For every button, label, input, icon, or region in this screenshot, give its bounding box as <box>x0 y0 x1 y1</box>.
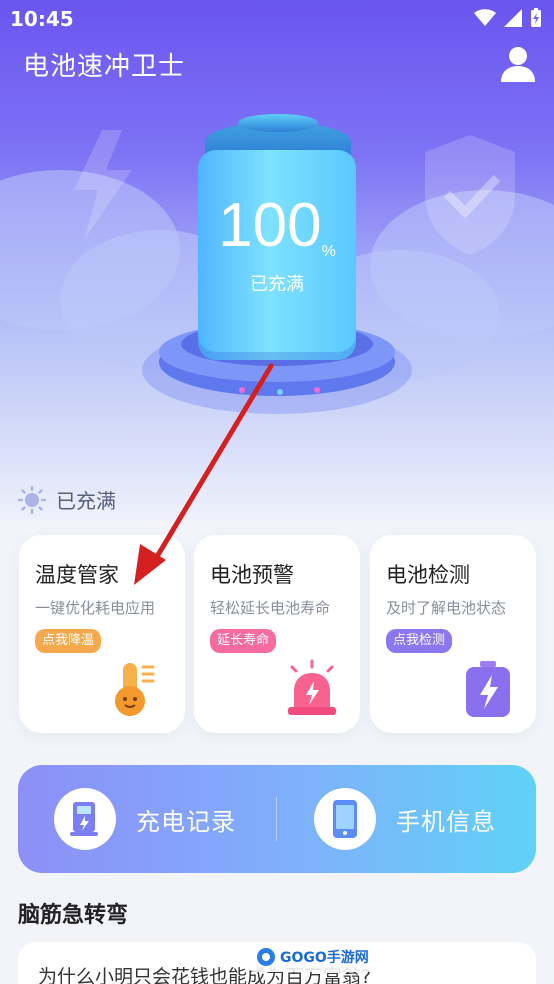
battery-percentage: 100% <box>198 190 356 261</box>
sun-icon <box>18 485 46 514</box>
card-battery-check[interactable]: 电池检测 及时了解电池状态 点我检测 <box>370 535 536 733</box>
wifi-icon <box>474 9 496 26</box>
thermometer-icon <box>115 663 155 716</box>
charge-status-row: 已充满 <box>18 485 116 514</box>
lightning-decoration-icon <box>74 130 132 240</box>
card-description: 及时了解电池状态 <box>386 599 507 617</box>
charging-record-label: 充电记录 <box>136 807 236 836</box>
charging-record-button[interactable]: 充电记录 <box>54 765 236 873</box>
alarm-icon <box>288 659 336 715</box>
user-icon <box>501 47 535 82</box>
riddle-section-title: 脑筋急转弯 <box>18 903 129 928</box>
phone-info-label: 手机信息 <box>396 807 496 836</box>
signal-icon <box>504 9 522 27</box>
phone-info-button[interactable]: 手机信息 <box>314 765 496 873</box>
card-title: 电池预警 <box>210 563 294 587</box>
watermark-logo-icon <box>257 948 275 966</box>
card-title: 电池检测 <box>386 563 470 587</box>
battery-status-icon <box>531 8 541 27</box>
user-profile-button[interactable] <box>498 44 538 84</box>
charge-status-text: 已充满 <box>56 489 116 513</box>
quick-action-bar: 充电记录 手机信息 <box>18 765 536 873</box>
shield-decoration-icon <box>425 135 515 255</box>
action-divider <box>276 797 277 841</box>
card-battery-warning[interactable]: 电池预警 轻松延长电池寿命 延长寿命 <box>194 535 360 733</box>
battery-percent-unit: % <box>321 243 336 260</box>
battery-state-label: 已充满 <box>250 274 304 295</box>
status-bar: 10:45 <box>0 0 554 38</box>
check-battery-button[interactable]: 点我检测 <box>386 629 453 653</box>
watermark-text: GOGO手游网 <box>280 950 369 966</box>
battery-percent-value: 100 <box>218 191 322 260</box>
card-title: 温度管家 <box>35 563 119 587</box>
card-temperature-manager[interactable]: 温度管家 一键优化耗电应用 点我降温 <box>19 535 185 733</box>
card-description: 一键优化耗电应用 <box>35 599 156 617</box>
cool-down-button[interactable]: 点我降温 <box>35 629 102 653</box>
charging-record-icon-circle <box>54 788 116 850</box>
status-time: 10:45 <box>10 7 74 31</box>
card-description: 轻松延长电池寿命 <box>210 599 331 617</box>
extend-life-button[interactable]: 延长寿命 <box>210 629 277 653</box>
site-watermark: GOGO手游网 <box>250 942 375 972</box>
battery-bolt-icon <box>466 661 510 717</box>
phone-icon <box>333 800 357 838</box>
phone-info-icon-circle <box>314 788 376 850</box>
charging-station-icon <box>70 802 98 836</box>
app-title: 电池速冲卫士 <box>23 52 186 82</box>
